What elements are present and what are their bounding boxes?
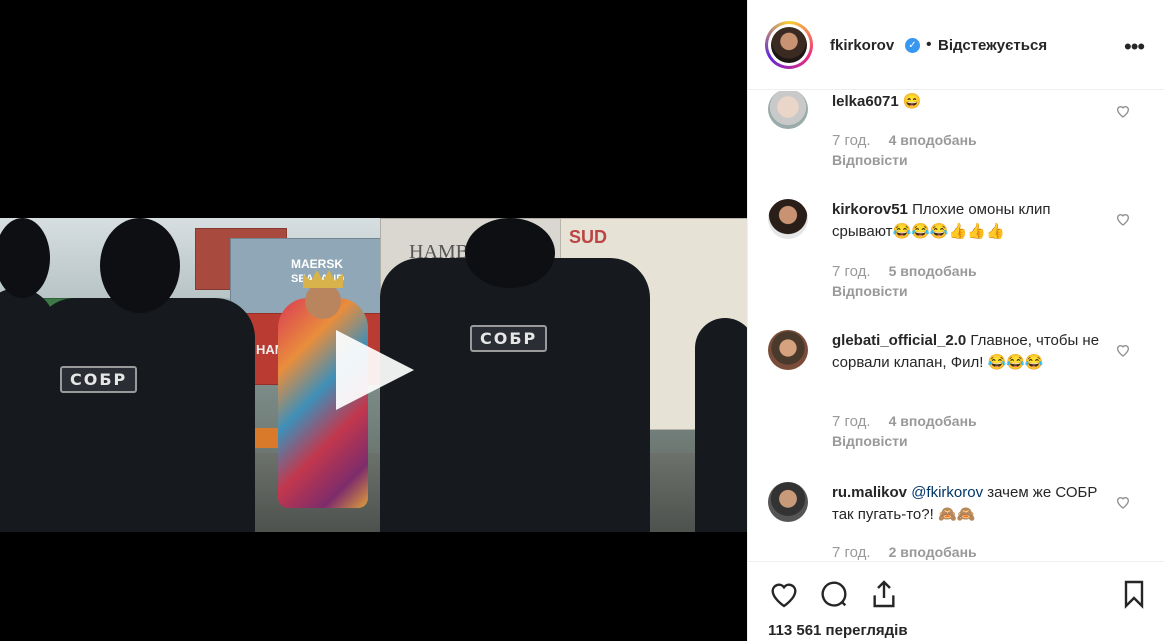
commenter-username[interactable]: glebati_official_2.0 bbox=[832, 332, 966, 349]
comment-likes[interactable]: 5 вподобань bbox=[889, 263, 977, 279]
separator-dot: • bbox=[926, 36, 932, 53]
author-username[interactable]: fkirkorov bbox=[830, 37, 894, 54]
comment-meta: 7 год. 4 вподобань bbox=[832, 132, 977, 149]
like-heart-icon[interactable] bbox=[768, 578, 800, 610]
comments-list[interactable]: lelka6071 😄 7 год. 4 вподобань Відповісти… bbox=[748, 91, 1164, 561]
comment-mention-link[interactable]: @fkirkorov bbox=[911, 484, 983, 501]
comment-bubble-icon[interactable] bbox=[818, 578, 850, 610]
comment-text: ru.malikov @fkirkorov зачем же СОБР так … bbox=[832, 482, 1102, 526]
comment-likes[interactable]: 4 вподобань bbox=[889, 132, 977, 148]
commenter-username[interactable]: lelka6071 bbox=[832, 93, 899, 110]
officer-helmet bbox=[100, 218, 180, 313]
reply-button[interactable]: Відповісти bbox=[832, 283, 908, 299]
officer-figure bbox=[695, 318, 747, 532]
commenter-avatar[interactable] bbox=[768, 330, 808, 370]
verified-icon: ✓ bbox=[905, 38, 920, 53]
container-label: SUD bbox=[569, 227, 608, 247]
commenter-username[interactable]: ru.malikov bbox=[832, 484, 907, 501]
officer-helmet bbox=[465, 218, 555, 288]
comment-text: glebati_official_2.0 Главное, чтобы не с… bbox=[832, 330, 1102, 374]
comment-time[interactable]: 7 год. bbox=[832, 544, 871, 561]
comment-time[interactable]: 7 год. bbox=[832, 132, 871, 149]
video-player[interactable]: MAERSK SEALAND HAMBURG SUD HAMBU СОБР СО… bbox=[0, 0, 747, 641]
like-heart-icon[interactable] bbox=[1115, 342, 1131, 358]
container-label: MAERSK bbox=[291, 257, 344, 271]
views-count[interactable]: 113 561 переглядів bbox=[768, 622, 908, 639]
author-avatar[interactable] bbox=[765, 21, 813, 69]
comment-time[interactable]: 7 год. bbox=[832, 413, 871, 430]
comment-content: 😄 bbox=[902, 93, 922, 110]
more-options-icon[interactable]: ••• bbox=[1124, 34, 1145, 60]
comment-time[interactable]: 7 год. bbox=[832, 263, 871, 280]
commenter-avatar[interactable] bbox=[768, 91, 808, 129]
costumed-figure-head bbox=[305, 283, 341, 319]
commenter-avatar[interactable] bbox=[768, 199, 808, 239]
commenter-username[interactable]: kirkorov51 bbox=[832, 201, 908, 218]
officer-figure bbox=[35, 298, 255, 532]
reply-button[interactable]: Відповісти bbox=[832, 152, 908, 168]
sobr-patch: СОБР bbox=[60, 366, 138, 393]
bookmark-icon[interactable] bbox=[1118, 578, 1150, 610]
post-sidebar: fkirkorov ✓ • Відстежується ••• lelka607… bbox=[747, 0, 1164, 641]
like-heart-icon[interactable] bbox=[1115, 494, 1131, 510]
comment-text: lelka6071 😄 bbox=[832, 91, 1102, 113]
comment-meta: 7 год. 2 вподобань bbox=[832, 544, 977, 561]
reply-button[interactable]: Відповісти bbox=[832, 433, 908, 449]
sobr-patch: СОБР bbox=[470, 325, 548, 352]
play-icon[interactable] bbox=[336, 330, 414, 410]
like-heart-icon[interactable] bbox=[1115, 103, 1131, 119]
comment-meta: 7 год. 4 вподобань bbox=[832, 413, 977, 430]
comment-meta: 7 год. 5 вподобань bbox=[832, 263, 977, 280]
post-actions-bar: 113 561 переглядів bbox=[748, 561, 1164, 641]
like-heart-icon[interactable] bbox=[1115, 211, 1131, 227]
comment-likes[interactable]: 4 вподобань bbox=[889, 413, 977, 429]
share-icon[interactable] bbox=[868, 578, 900, 610]
officer-figure bbox=[380, 258, 650, 532]
comment-text: kirkorov51 Плохие омоны клип срывают😂😂😂👍… bbox=[832, 199, 1102, 243]
commenter-avatar[interactable] bbox=[768, 482, 808, 522]
follow-status-button[interactable]: Відстежується bbox=[938, 37, 1047, 54]
post-header: fkirkorov ✓ • Відстежується ••• bbox=[748, 0, 1164, 90]
comment-likes[interactable]: 2 вподобань bbox=[889, 544, 977, 560]
